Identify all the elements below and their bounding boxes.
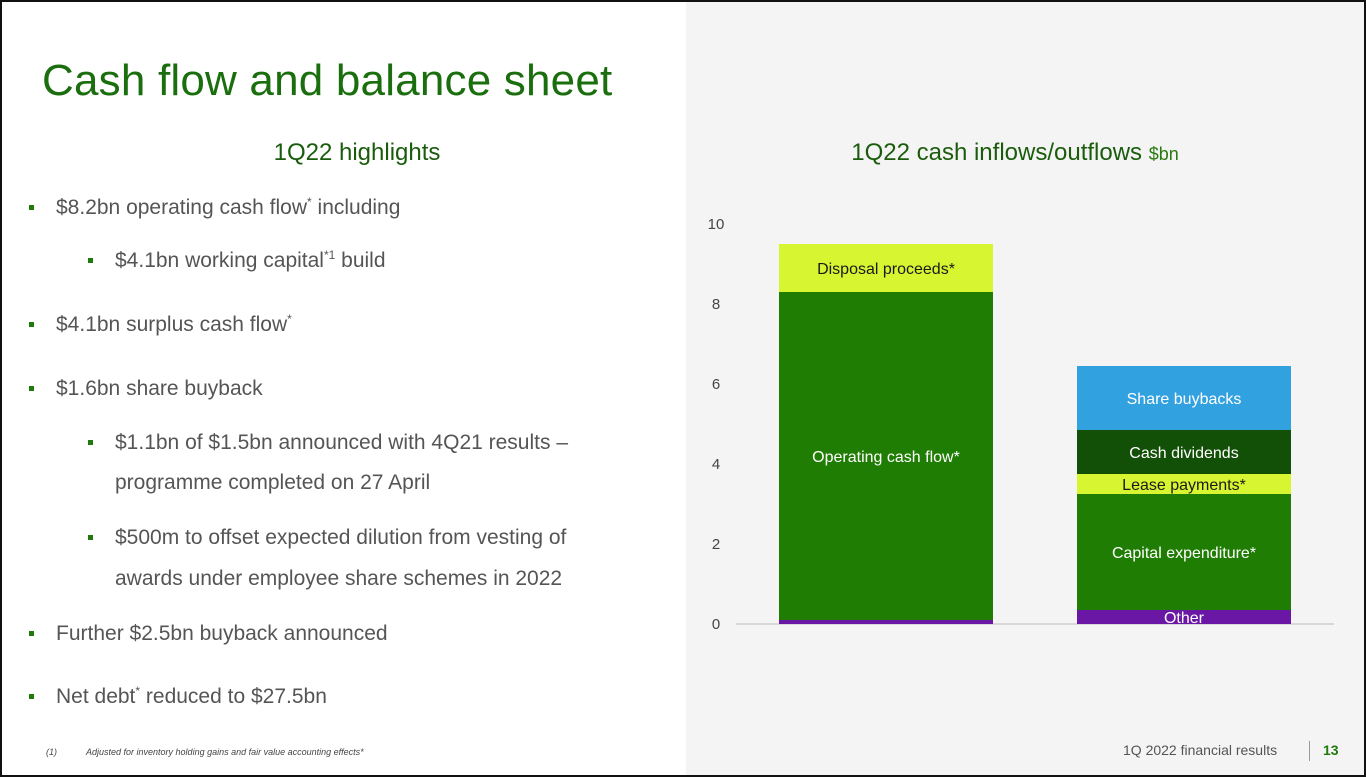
- highlight-item: awards under employee share schemes in 2…: [115, 559, 562, 599]
- footer-label: 1Q 2022 financial results: [1123, 742, 1278, 758]
- page-number: 13: [1323, 742, 1339, 758]
- highlight-superscript: *: [287, 312, 292, 326]
- bullet-marker: [29, 694, 34, 699]
- highlight-text-suffix: build: [335, 249, 386, 272]
- highlights-heading: 1Q22 highlights: [273, 139, 441, 166]
- bullet-marker: [29, 322, 34, 327]
- highlight-text-suffix: including: [311, 196, 401, 219]
- highlight-text: Further $2.5bn buyback announced: [56, 622, 388, 645]
- highlight-item: programme completed on 27 April: [115, 463, 430, 503]
- bar-segment-label: Disposal proceeds*: [817, 261, 955, 278]
- bullet-marker: [29, 631, 34, 636]
- cash-flow-chart: 0 2 4 6 8 10 Operating cash flow* Disposal proc…: [708, 216, 1334, 633]
- footer-divider: [1309, 741, 1310, 761]
- highlight-item: $1.6bn share buyback: [29, 369, 263, 409]
- bar-segment-label: Capital expenditure*: [1112, 545, 1256, 562]
- y-tick-label: 10: [708, 216, 725, 233]
- highlight-superscript: *1: [323, 248, 336, 262]
- highlight-item: $500m to offset expected dilution from v…: [88, 518, 567, 558]
- bullet-marker: [29, 205, 34, 210]
- highlight-text: $8.2bn operating cash flow: [56, 196, 308, 219]
- bullet-marker: [88, 535, 93, 540]
- y-tick-label: 8: [712, 296, 720, 313]
- y-tick-label: 6: [712, 376, 720, 393]
- bullet-marker: [88, 258, 93, 263]
- bullet-marker: [29, 386, 34, 391]
- highlight-item: Net debt* reduced to $27.5bn: [29, 677, 327, 717]
- bar-segment-label: Lease payments*: [1122, 477, 1246, 494]
- highlight-text: $4.1bn working capital: [115, 249, 324, 272]
- y-tick-label: 0: [712, 616, 720, 633]
- bar-segment-label: Share buybacks: [1127, 391, 1242, 408]
- highlight-text: $500m to offset expected dilution from v…: [115, 526, 567, 549]
- bar-segment: [779, 620, 993, 624]
- highlight-text: $1.6bn share buyback: [56, 377, 263, 400]
- highlight-text: $1.1bn of $1.5bn announced with 4Q21 res…: [115, 431, 568, 454]
- highlight-text-suffix: reduced to $27.5bn: [140, 685, 327, 708]
- bullet-marker: [88, 440, 93, 445]
- highlight-text: programme completed on 27 April: [115, 471, 431, 494]
- bar-segment-label: Cash dividends: [1129, 445, 1238, 462]
- bar-segment-label: Other: [1164, 610, 1205, 627]
- footnote-text: Adjusted for inventory holding gains and…: [86, 747, 364, 757]
- slide-frame: Cash flow and balance sheet 1Q22 highlig…: [0, 0, 1366, 777]
- footnote-number: (1): [46, 747, 57, 757]
- footnote: (1) Adjusted for inventory holding gains …: [46, 747, 364, 757]
- y-tick-label: 2: [712, 536, 720, 553]
- highlight-item: Further $2.5bn buyback announced: [29, 614, 388, 654]
- highlight-item: $8.2bn operating cash flow* including: [29, 188, 401, 228]
- highlight-text: awards under employee share schemes in 2…: [115, 567, 563, 590]
- highlight-item: $1.1bn of $1.5bn announced with 4Q21 res…: [88, 423, 568, 463]
- highlight-text: Net debt: [56, 685, 136, 708]
- highlight-item: $4.1bn working capital*1 build: [88, 241, 386, 281]
- highlight-text: $4.1bn surplus cash flow: [56, 313, 288, 336]
- y-tick-label: 4: [712, 456, 720, 473]
- bar-segment-label: Operating cash flow*: [812, 449, 960, 466]
- slide-title: Cash flow and balance sheet: [42, 56, 613, 105]
- highlight-item: $4.1bn surplus cash flow*: [29, 305, 292, 345]
